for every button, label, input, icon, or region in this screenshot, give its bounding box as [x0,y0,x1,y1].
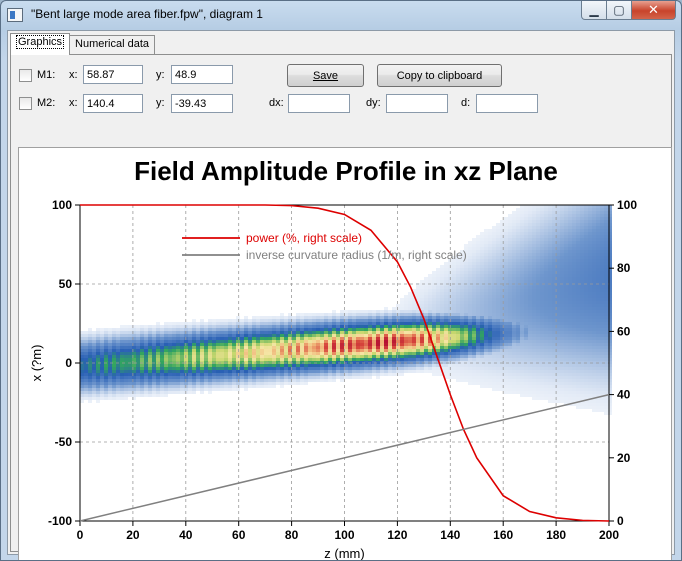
m1-y-label: y: [156,69,165,81]
x-tick-label: 20 [126,528,140,542]
chart-area[interactable]: Field Amplitude Profile in xz Plane 0 20 4… [18,147,673,561]
x-tick-label: 120 [387,528,407,542]
x-tick-label: 60 [232,528,246,542]
title-bar[interactable]: "Bent large mode area fiber.fpw", diagra… [1,1,681,29]
close-icon: ✕ [648,2,659,17]
dy-label: dy: [366,97,381,109]
dy-field[interactable] [386,94,448,113]
y-tick-label: 100 [52,198,72,212]
dx-label: dx: [269,97,284,109]
m1-checkbox[interactable] [19,69,32,82]
m2-x-label: x: [69,97,78,109]
y-axis-label: x (?m) [29,345,44,382]
app-window: "Bent large mode area fiber.fpw", diagra… [0,0,682,561]
right-tick-label: 40 [617,388,631,402]
right-tick-label: 100 [617,198,637,212]
y-tick-label: 0 [65,356,72,370]
copy-to-clipboard-button[interactable]: Copy to clipboard [377,64,502,87]
window-controls: ▁ ▢ ✕ [581,1,676,21]
series-line-1 [79,393,610,522]
tab-numerical-data-label: Numerical data [75,38,150,50]
close-button[interactable]: ✕ [632,1,676,20]
x-tick-label: 40 [179,528,193,542]
x-tick-label: 0 [77,528,84,542]
tab-graphics-label: Graphics [16,35,65,49]
legend-label-0: power (%, right scale) [246,231,362,245]
right-tick-label: 0 [617,514,624,528]
m2-label: M2: [37,97,56,109]
y-tick-label: -100 [48,514,72,528]
window-client-area: Graphics Numerical data M1: x: y: Save C… [7,30,675,560]
minimize-button[interactable]: ▁ [581,1,607,20]
m1-label: M1: [37,69,56,81]
x-tick-label: 180 [546,528,566,542]
x-axis-label: z (mm) [324,546,364,561]
x-tick-label: 80 [285,528,299,542]
right-tick-label: 60 [617,324,631,338]
graphics-panel: M1: x: y: Save Copy to clipboard M2: x: … [10,54,672,560]
m1-y-field[interactable] [171,65,233,84]
m2-y-field[interactable] [171,94,233,113]
tab-strip: Graphics Numerical data [10,33,156,55]
m2-y-label: y: [156,97,165,109]
minimize-icon: ▁ [589,3,599,17]
right-tick-label: 80 [617,261,631,275]
x-tick-label: 200 [599,528,619,542]
legend-label-1: inverse curvature radius (1/m, right sca… [246,248,467,262]
save-button[interactable]: Save [287,64,364,87]
window-title: "Bent large mode area fiber.fpw", diagra… [31,7,263,21]
tab-numerical-data[interactable]: Numerical data [69,35,156,54]
d-label: d: [461,97,471,109]
m1-x-label: x: [69,69,78,81]
right-tick-label: 20 [617,451,631,465]
y-tick-label: 50 [59,277,73,291]
dx-field[interactable] [288,94,350,113]
m2-x-field[interactable] [83,94,143,113]
d-field[interactable] [476,94,538,113]
copy-button-label: Copy to clipboard [396,69,483,82]
m2-checkbox[interactable] [19,97,32,110]
maximize-button[interactable]: ▢ [607,1,632,20]
save-button-label: Save [312,69,339,82]
field-amplitude-chart[interactable]: 0 20 40 60 80 100 120 140 160 180 200-100-50050100… [19,148,673,561]
maximize-icon: ▢ [613,3,625,17]
x-tick-label: 140 [440,528,460,542]
tab-graphics[interactable]: Graphics [10,33,71,55]
m1-x-field[interactable] [83,65,143,84]
app-window-icon[interactable] [7,8,23,22]
x-tick-label: 160 [493,528,513,542]
y-tick-label: -50 [55,435,73,449]
x-tick-label: 100 [334,528,354,542]
